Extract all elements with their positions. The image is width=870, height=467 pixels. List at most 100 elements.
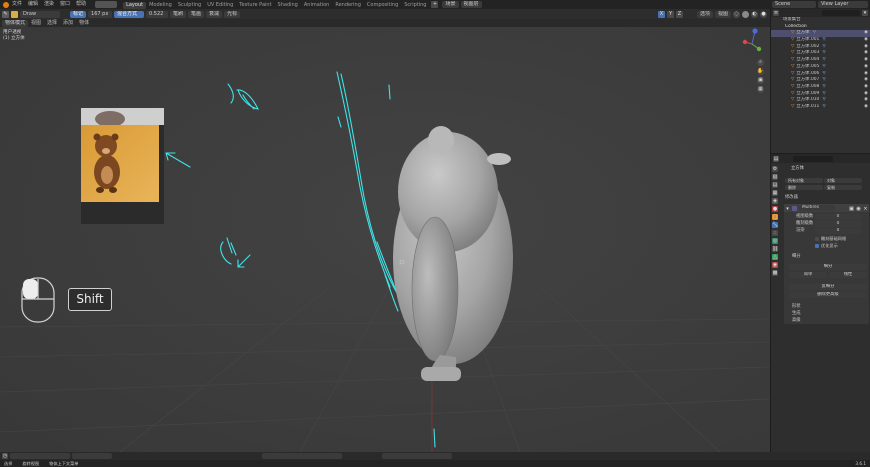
pan-hand-icon[interactable]: ✋ [757,68,764,75]
outliner-search-field[interactable] [822,10,860,16]
timeline-play-controls[interactable] [10,453,70,459]
menu-render[interactable]: 渲染 [41,0,57,9]
sculpt-base-mesh-checkbox[interactable]: 雕刻基础网格 [815,236,846,242]
radius-field[interactable]: 167 px [88,10,113,18]
all-objects-button[interactable]: 所有对象 [785,178,823,184]
tab-scripting[interactable]: Scripting [401,2,429,9]
menu-file[interactable]: 文件 [9,0,25,9]
scene-collection-row[interactable]: 场景集合 [771,17,870,24]
view-layer-button[interactable]: 视图层 [460,1,482,8]
menu-select[interactable]: 选择 [44,19,60,27]
menu-add[interactable]: 添加 [60,19,76,27]
visibility-eye-icon[interactable]: ◉ [864,44,868,51]
tab-uv-editing[interactable]: UV Editing [204,2,236,9]
brush-name-field[interactable]: Draw [20,10,60,18]
visibility-eye-icon[interactable]: ◉ [864,30,868,37]
outliner-item[interactable]: ▽ 立方体.011 ⚲ ◉ [771,104,870,111]
grid-icon[interactable]: ▦ [757,86,764,93]
tab-sculpting[interactable]: Sculpting [175,2,204,9]
axis-y-toggle[interactable]: Y [666,10,674,18]
close-icon[interactable]: × [863,206,868,212]
viewport-toggle-icon[interactable]: ◉ [856,205,861,212]
tab-rendering[interactable]: Rendering [332,2,364,9]
scene-selector[interactable]: Scene [772,1,816,8]
properties-search-field[interactable] [793,155,833,162]
tab-animation[interactable]: Animation [301,2,333,9]
expand-arrow-icon[interactable]: ▾ [785,206,790,212]
field-viewport-levels[interactable]: 0 [815,214,861,220]
color-icon[interactable] [11,10,18,18]
particles-tab-icon[interactable]: ∴ [772,230,778,236]
scene-tab-icon[interactable]: ◈ [772,198,778,204]
physics-tab-icon[interactable]: ◎ [772,238,778,244]
record-button[interactable] [95,1,118,8]
outliner-editor-icon[interactable]: ≡ [773,10,779,16]
view-menu[interactable]: 视图 [714,10,731,18]
outliner-item[interactable]: ▽ 立方体.003 ⚲ ◉ [771,50,870,57]
axis-z-toggle[interactable]: Z [675,10,683,18]
checkbox-checked[interactable] [815,244,819,248]
cursor-menu[interactable]: 光标 [224,10,241,18]
brush-menu[interactable]: 笔刷 [170,10,187,18]
visibility-eye-icon[interactable]: ◉ [864,84,868,91]
object-mode-dropdown[interactable]: 物体模式 [2,19,29,27]
field-sculpt-levels[interactable]: 0 [815,221,861,227]
filter-icon[interactable]: ▾ [862,10,868,16]
outliner-item[interactable]: ▽ 立方体.002 ⚲ ◉ [771,44,870,51]
subdivision-subsection[interactable]: 细分 [792,254,801,260]
tab-layout[interactable]: Layout [123,1,147,9]
outliner-item[interactable]: ▽ 立方体.006 ⚲ ◉ [771,71,870,78]
menu-view[interactable]: 视图 [28,19,44,27]
object-button[interactable]: 对象 [824,178,862,184]
duplicate-button[interactable]: 复制 [824,184,862,190]
outliner-item[interactable]: ▽ 立方体.001 ⚲ ◉ [771,37,870,44]
delete-higher-button[interactable]: 删除更高级 [789,292,867,298]
object-tab-icon[interactable]: ▢ [772,214,778,220]
output-tab-icon[interactable]: ▤ [772,182,778,188]
outliner-item[interactable]: ▽ 立方体.005 ⚲ ◉ [771,64,870,71]
visibility-eye-icon[interactable]: ◉ [864,64,868,71]
delete-button[interactable]: 删除 [785,184,823,190]
timeline-start-end[interactable] [382,453,452,459]
advanced-subsection[interactable]: 高级 [792,318,801,324]
3d-viewport[interactable]: 用户透视 (1) 立方体 ⌕ ✋ ▣ ▦ Shift [0,27,770,452]
visibility-eye-icon[interactable]: ◉ [864,37,868,44]
shading-solid-icon[interactable] [742,10,749,18]
modifier-tab-icon[interactable]: 🔧 [772,222,778,228]
menu-window[interactable]: 窗口 [57,0,73,9]
tab-texture-paint[interactable]: Texture Paint [236,2,274,9]
shading-material-icon[interactable]: ◐ [751,10,758,18]
optimal-display-checkbox[interactable]: 优化显示 [815,243,838,249]
tab-shading[interactable]: Shading [275,2,301,9]
view-layer-selector[interactable]: View Layer [818,1,868,8]
timeline-frame-controls[interactable] [262,453,342,459]
outliner-item[interactable]: ▽ 立方体.009 ⚲ ◉ [771,91,870,98]
reference-image[interactable] [81,108,164,224]
shading-render-icon[interactable]: ● [760,10,767,18]
constraints-tab-icon[interactable]: ⛓ [772,246,778,252]
editmode-toggle-icon[interactable]: ▣ [849,205,854,212]
checkbox-empty[interactable] [815,237,819,241]
subdivide-button[interactable]: 细分 [789,264,867,270]
outliner-item[interactable]: ▽ 立方体.010 ⚲ ◉ [771,97,870,104]
outliner-item[interactable]: ▽ 立方体.008 ⚲ ◉ [771,84,870,91]
shading-wireframe-icon[interactable]: ◌ [733,10,740,18]
visibility-eye-icon[interactable]: ◉ [864,71,868,78]
data-tab-icon[interactable]: △ [772,254,778,260]
camera-icon[interactable]: ▣ [757,77,764,84]
strength-label[interactable]: 混合方式 [114,10,145,18]
visibility-eye-icon[interactable]: ◉ [864,97,868,104]
linear-button[interactable]: 线性 [829,272,867,278]
options-menu[interactable]: 选项 [696,10,713,18]
visibility-eye-icon[interactable]: ◉ [864,104,868,111]
collection-row[interactable]: Collection [771,24,870,31]
menu-object[interactable]: 物体 [76,19,92,27]
tab-compositing[interactable]: Compositing [364,2,401,9]
texture-tab-icon[interactable]: ▩ [772,270,778,276]
outliner-item[interactable]: ▽ 立方体.007 ⚲ ◉ [771,77,870,84]
visibility-eye-icon[interactable]: ◉ [864,50,868,57]
add-workspace-icon[interactable]: + [431,1,439,8]
simple-button[interactable]: 简单 [789,272,827,278]
unsubdivide-button[interactable]: 反细分 [789,284,867,290]
world-tab-icon[interactable]: ● [772,206,778,212]
